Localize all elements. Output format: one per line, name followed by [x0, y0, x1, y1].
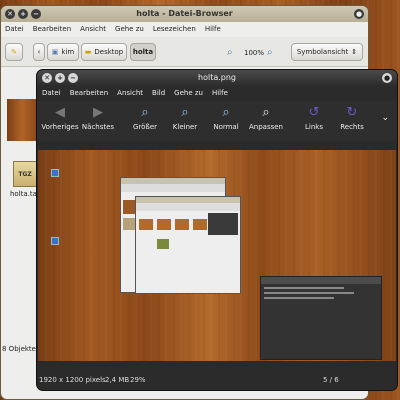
menu-ansicht[interactable]: Ansicht	[117, 89, 143, 97]
path-button-desktop[interactable]: ▬ Desktop	[81, 43, 127, 61]
rotate-left-icon: ↺	[308, 104, 320, 120]
tool-label: Kleiner	[172, 123, 198, 131]
window-menu-icon[interactable]: ●	[382, 73, 392, 83]
screenshot-window-front	[135, 196, 241, 294]
window-menu-icon[interactable]: ●	[354, 9, 364, 19]
screenshot-terminal	[260, 276, 382, 360]
pencil-icon: ✎	[11, 48, 17, 56]
image-position: 5 / 6	[323, 376, 339, 384]
screenshot-toolbar	[121, 184, 225, 192]
screenshot-thumb	[123, 218, 135, 230]
screenshot-thumb	[123, 200, 135, 214]
menu-bild[interactable]: Bild	[152, 89, 165, 97]
image-dimensions: 1920 x 1200 pixels	[39, 376, 106, 384]
screenshot-terminal-line	[264, 292, 354, 294]
toolbar-overflow-icon[interactable]: ⌄	[381, 113, 389, 123]
arrow-left-icon: ◀	[55, 104, 65, 120]
menu-bearbeiten[interactable]: Bearbeiten	[70, 89, 108, 97]
menu-hilfe[interactable]: Hilfe	[212, 89, 228, 97]
tool-label: Vorheriges	[41, 123, 79, 131]
view-mode-select[interactable]: Symbolansicht ⇕	[291, 43, 363, 61]
rotate-right-icon: ↻	[346, 104, 358, 120]
path-back-button[interactable]: ‹	[33, 43, 45, 61]
window-title: holta.png	[198, 73, 236, 82]
screenshot-terminal-line	[264, 297, 334, 299]
archive-file-icon[interactable]: TGZ	[13, 161, 37, 187]
path-label: Desktop	[94, 48, 124, 56]
screenshot-thumb	[193, 219, 207, 230]
screenshot-thumb	[157, 239, 169, 249]
screenshot-thumb	[208, 213, 238, 235]
menu-datei[interactable]: Datei	[5, 25, 24, 33]
path-label: kim	[61, 48, 75, 56]
screenshot-toolbar	[136, 203, 240, 211]
image-file-size: 2,4 MB	[105, 376, 130, 384]
menubar: Datei Bearbeiten Ansicht Bild Gehe zu Hi…	[42, 89, 228, 97]
view-mode-label: Symbolansicht	[296, 48, 349, 56]
tool-label: Anpassen	[249, 123, 283, 131]
zoom-level: 100%	[244, 49, 265, 57]
menu-ansicht[interactable]: Ansicht	[80, 25, 106, 33]
zoom-normal-icon: ⌕	[222, 104, 230, 120]
image-viewer-window: ✕ + − holta.png ● Datei Bearbeiten Ansic…	[36, 69, 398, 391]
tool-label: Links	[305, 123, 323, 131]
screenshot-desktop-icon	[51, 237, 59, 245]
screenshot-thumb	[157, 219, 171, 230]
screenshot-bottom-panel	[38, 361, 396, 367]
screenshot-desktop-icon	[51, 169, 59, 177]
rotate-right-button[interactable]: ↻ Rechts	[329, 103, 375, 132]
screenshot-top-panel	[38, 144, 396, 150]
chevron-updown-icon: ⇕	[351, 48, 358, 56]
screenshot-terminal-bar	[261, 277, 381, 284]
zoom-out-icon[interactable]: ⌕	[227, 47, 233, 58]
zoom-out-icon: ⌕	[181, 104, 189, 120]
arrow-right-icon: ▶	[93, 104, 103, 120]
image-viewer-titlebar[interactable]: ✕ + − holta.png ●	[37, 70, 397, 86]
tool-label: Rechts	[340, 123, 364, 131]
chevron-left-icon: ‹	[37, 48, 41, 56]
zoom-in-icon: ⌕	[141, 104, 149, 120]
image-thumbnail[interactable]	[7, 99, 37, 141]
zoom-fit-icon: ⌕	[262, 104, 270, 120]
viewer-status-bar: 1920 x 1200 pixels 2,4 MB 29% 5 / 6	[37, 368, 397, 390]
location-bar: ✎ ‹ ▣ kim ▬ Desktop holta ⌕ 100% ⌕ Symbola…	[1, 37, 368, 67]
screenshot-thumb	[175, 219, 189, 230]
window-title: holta - Datei-Browser	[136, 9, 233, 18]
zoom-out-button[interactable]: ⌕ Kleiner	[162, 103, 208, 132]
zoom-fit-button[interactable]: ⌕ Anpassen	[243, 103, 289, 132]
screenshot-terminal-line	[264, 287, 344, 289]
edit-location-button[interactable]: ✎	[5, 43, 23, 61]
home-icon: ▣	[51, 48, 59, 56]
menu-gehe-zu[interactable]: Gehe zu	[115, 25, 144, 33]
menu-datei[interactable]: Datei	[42, 89, 61, 97]
path-button-holta[interactable]: holta	[130, 43, 156, 61]
screenshot-thumb	[139, 219, 153, 230]
zoom-in-icon[interactable]: ⌕	[267, 47, 273, 58]
image-canvas[interactable]	[38, 144, 396, 367]
menubar: Datei Bearbeiten Ansicht Gehe zu Lesezei…	[5, 25, 221, 33]
tool-label: Nächstes	[81, 123, 115, 131]
path-button-kim[interactable]: ▣ kim	[47, 43, 79, 61]
menu-hilfe[interactable]: Hilfe	[205, 25, 221, 33]
tool-label: Größer	[132, 123, 158, 131]
image-zoom: 29%	[130, 376, 146, 384]
menu-gehe-zu[interactable]: Gehe zu	[174, 89, 203, 97]
menu-lesezeichen[interactable]: Lesezeichen	[153, 25, 196, 33]
path-label: holta	[132, 48, 154, 56]
tool-label: Normal	[213, 123, 239, 131]
desktop-icon: ▬	[84, 48, 92, 56]
menu-bearbeiten[interactable]: Bearbeiten	[33, 25, 71, 33]
file-browser-titlebar[interactable]: ✕ + − holta - Datei-Browser ●	[1, 6, 368, 22]
next-button[interactable]: ▶ Nächstes	[75, 103, 121, 132]
viewer-toolbar: ◀ Vorheriges ▶ Nächstes ⌕ Größer ⌕ Kleiner ⌕…	[37, 101, 397, 141]
